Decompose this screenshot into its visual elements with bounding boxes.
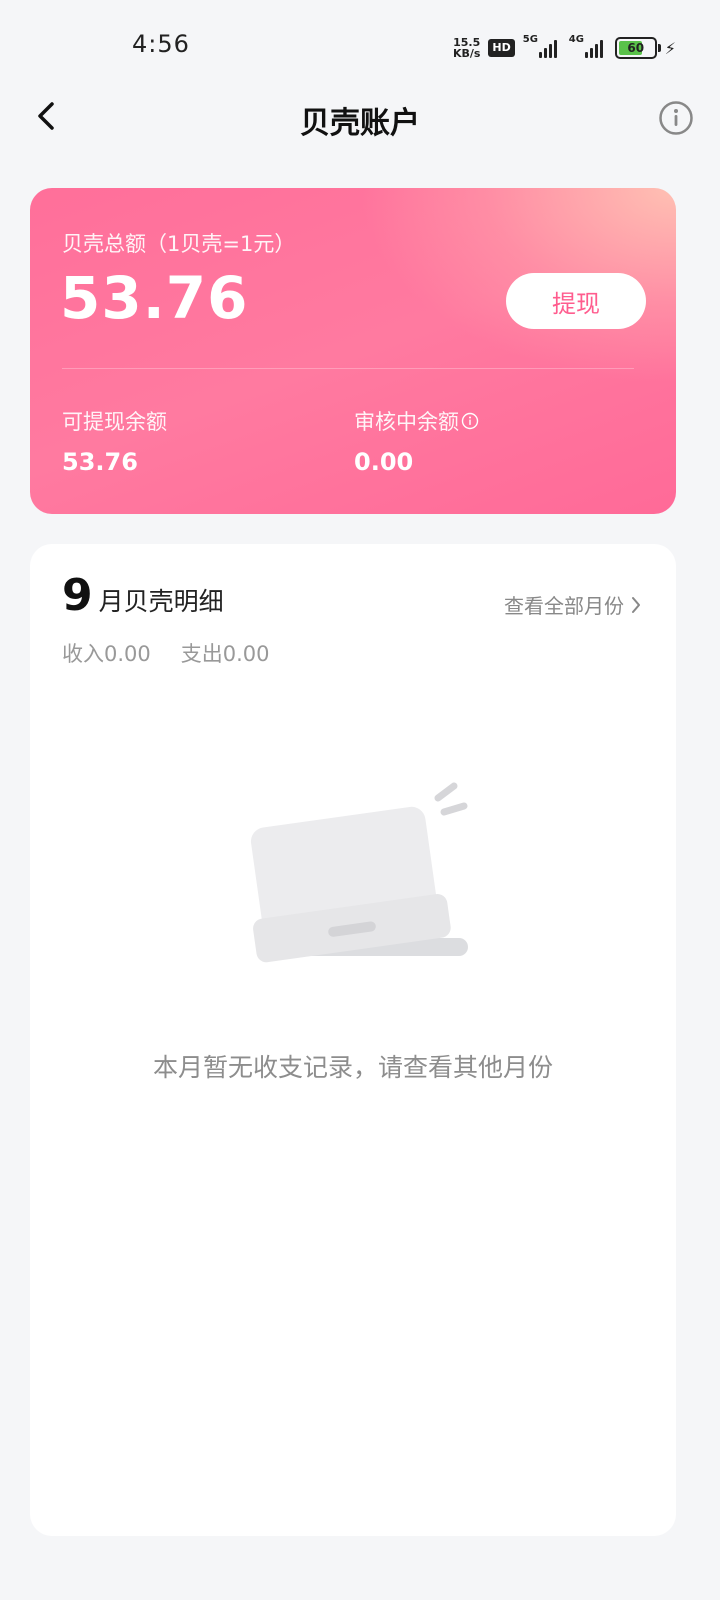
total-balance-label: 贝壳总额（1贝壳=1元） xyxy=(62,232,296,256)
pending-balance-value: 0.00 xyxy=(354,448,414,476)
monthly-detail-card: 9 月贝壳明细 查看全部月份 收入0.00 支出0.00 本月暂无收支记录，请查… xyxy=(30,544,676,1536)
status-bar: 4:56 15.5 KB/s HD 5G 4G 60 ⚡ xyxy=(0,0,720,96)
pending-balance-label[interactable]: 审核中余额 xyxy=(354,406,479,436)
info-button[interactable] xyxy=(658,100,694,136)
month-title: 9 月贝壳明细 xyxy=(62,570,224,621)
view-all-months-link[interactable]: 查看全部月份 xyxy=(504,590,642,619)
divider xyxy=(62,368,634,369)
battery-icon: 60 xyxy=(614,37,661,59)
month-title-text: 月贝壳明细 xyxy=(98,587,224,616)
chevron-right-icon xyxy=(632,596,640,613)
info-icon xyxy=(659,101,693,135)
status-icons: 15.5 KB/s HD 5G 4G 60 ⚡ xyxy=(453,34,676,62)
expense-summary: 支出0.00 xyxy=(180,642,270,666)
withdrawable-balance-value: 53.76 xyxy=(62,448,138,476)
empty-state-message: 本月暂无收支记录，请查看其他月份 xyxy=(152,1053,553,1082)
charging-icon: ⚡ xyxy=(664,38,676,58)
signal-4g-icon: 4G xyxy=(569,34,607,58)
info-icon[interactable] xyxy=(461,412,479,430)
page-title: 贝壳账户 xyxy=(300,106,420,141)
withdraw-button[interactable]: 提现 xyxy=(506,273,646,329)
hd-voice-icon: HD xyxy=(488,39,515,57)
network-speed: 15.5 KB/s xyxy=(452,36,481,60)
total-balance-amount: 53.76 xyxy=(60,264,249,332)
signal-5g-icon: 5G xyxy=(523,34,561,58)
withdrawable-balance-label: 可提现余额 xyxy=(62,410,167,434)
empty-box-illustration xyxy=(250,782,468,963)
month-number: 9 xyxy=(62,570,93,621)
income-summary: 收入0.00 xyxy=(62,642,151,666)
balance-card: 贝壳总额（1贝壳=1元） 53.76 提现 可提现余额 53.76 审核中余额 … xyxy=(30,188,676,514)
monthly-stats: 收入0.00 支出0.00 xyxy=(62,638,270,668)
status-time: 4:56 xyxy=(132,30,190,58)
